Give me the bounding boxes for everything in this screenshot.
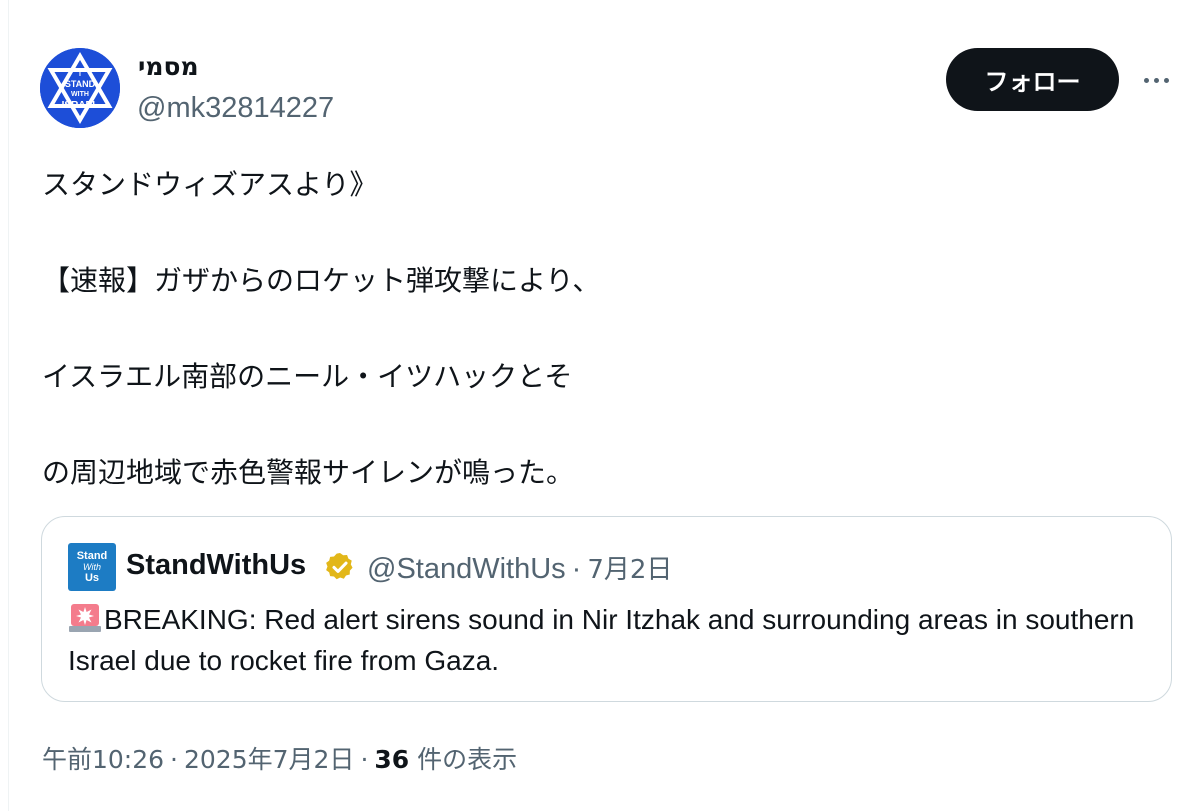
- author-avatar[interactable]: I STAND WITH ISRAEL: [40, 48, 120, 128]
- ellipsis-icon[interactable]: [1136, 62, 1176, 98]
- tweet-footer: 午前10:26 · 2025年7月2日 · 36 件の表示: [42, 740, 517, 776]
- follow-button[interactable]: フォロー: [946, 48, 1119, 111]
- meta-separator: ·: [571, 553, 582, 585]
- more-dot: [1153, 77, 1159, 83]
- svg-text:ISRAEL: ISRAEL: [62, 100, 99, 111]
- quoted-tweet-card[interactable]: Stand With Us StandWithUs @StandWithUs · 7…: [41, 516, 1172, 702]
- tweet-text-line: スタンドウィズアスより》: [42, 168, 378, 201]
- svg-text:WITH: WITH: [71, 91, 89, 98]
- quoted-meta: @StandWithUs · 7月2日: [367, 549, 672, 586]
- views-count[interactable]: 36: [374, 745, 409, 774]
- rotating-light-icon: [69, 604, 101, 632]
- quoted-avatar[interactable]: Stand With Us: [68, 543, 116, 591]
- quoted-tweet-text: BREAKING: Red alert sirens sound in Nir …: [68, 599, 1148, 681]
- meta-separator: ·: [170, 745, 178, 774]
- quoted-avatar-text: Stand: [76, 550, 108, 562]
- quoted-handle[interactable]: @StandWithUs: [367, 553, 566, 585]
- quoted-display-name[interactable]: StandWithUs: [126, 549, 306, 582]
- more-dot: [1163, 77, 1169, 83]
- tweet-text-line: 【速報】ガザからのロケット弾攻撃により、: [42, 264, 601, 297]
- author-display-name[interactable]: מסמי: [138, 52, 199, 81]
- author-handle[interactable]: @mk32814227: [137, 92, 334, 125]
- quoted-avatar-text: With: [83, 562, 101, 572]
- views-label: 件の表示: [417, 745, 518, 774]
- quoted-text-body: BREAKING: Red alert sirens sound in Nir …: [68, 604, 1135, 676]
- post-time[interactable]: 午前10:26: [42, 745, 164, 774]
- verified-badge-icon: [326, 553, 353, 580]
- quoted-date[interactable]: 7月2日: [587, 555, 672, 585]
- svg-text:STAND: STAND: [65, 79, 96, 89]
- svg-text:I: I: [79, 71, 81, 78]
- tweet-text-line: イスラエル南部のニール・イツハックとそ: [42, 360, 573, 393]
- meta-separator: ·: [360, 745, 369, 774]
- tweet-text-line: の周辺地域で赤色警報サイレンが鳴った。: [42, 456, 575, 489]
- post-date[interactable]: 2025年7月2日: [184, 745, 354, 774]
- more-dot: [1143, 77, 1149, 83]
- quoted-avatar-text: Us: [84, 572, 100, 584]
